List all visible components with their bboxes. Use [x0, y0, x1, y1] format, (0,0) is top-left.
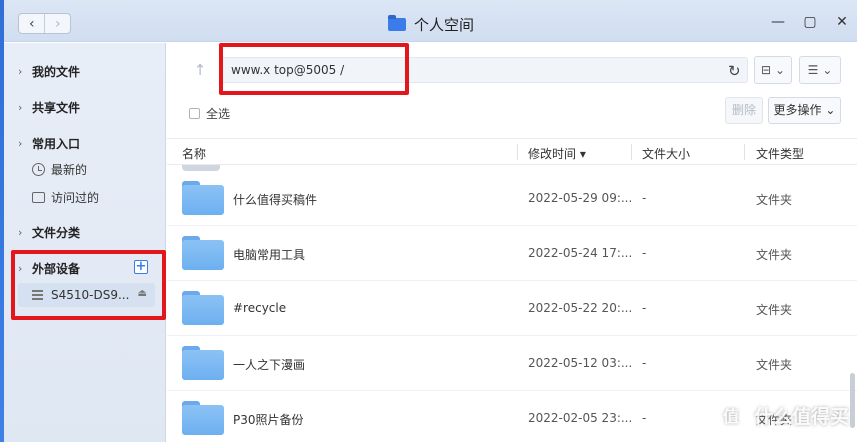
- column-header-size[interactable]: 文件大小: [642, 145, 690, 162]
- file-name: 什么值得买稿件: [233, 193, 318, 207]
- sort-icon: ⊟: [760, 63, 771, 77]
- file-type: 文件夹: [756, 193, 793, 207]
- file-name: 一人之下漫画: [233, 358, 306, 372]
- refresh-icon[interactable]: ↻: [728, 62, 741, 80]
- chevron-down-icon: ⌄: [822, 63, 833, 77]
- column-header-name[interactable]: 名称: [182, 145, 206, 162]
- main-panel: ↑ www.x top@5005 / ↻ ⊟ ⌄ ☰ ⌄ 全选 删除 更多操作 …: [167, 43, 857, 442]
- select-all[interactable]: 全选: [189, 105, 230, 122]
- list-view-button[interactable]: ☰ ⌄: [799, 56, 841, 84]
- title-bar: ‹ › 个人空间 — ▢ ✕: [4, 0, 857, 42]
- table-row[interactable]: 什么值得买稿件 2022-05-29 09:... - 文件夹: [167, 171, 857, 226]
- window-controls: — ▢ ✕: [771, 14, 849, 30]
- clock-icon: [32, 163, 45, 176]
- list-view-icon: ☰: [807, 63, 819, 77]
- column-divider: [744, 144, 745, 160]
- sidebar-item-label: 共享文件: [32, 101, 81, 115]
- file-modified: 2022-05-22 20:...: [528, 301, 633, 315]
- sidebar-item-latest[interactable]: 最新的: [32, 161, 87, 178]
- file-size: -: [642, 301, 647, 315]
- file-type: 文件夹: [756, 358, 793, 372]
- window-title: 个人空间: [388, 14, 474, 35]
- folder-icon: [388, 15, 406, 31]
- recent-folder-icon: [32, 192, 45, 203]
- file-modified: 2022-05-29 09:...: [528, 191, 633, 205]
- file-name: #recycle: [233, 301, 287, 315]
- folder-icon: [182, 401, 224, 435]
- column-header-type[interactable]: 文件类型: [756, 145, 804, 162]
- sidebar-item-shared-files[interactable]: › 共享文件: [18, 99, 80, 116]
- delete-button[interactable]: 删除: [725, 97, 763, 124]
- back-button[interactable]: ‹: [19, 14, 44, 33]
- select-all-checkbox[interactable]: [189, 108, 200, 119]
- file-name: P30照片备份: [233, 413, 304, 427]
- maximize-button[interactable]: ▢: [803, 14, 817, 30]
- column-divider: [517, 144, 518, 160]
- chevron-right-icon: ›: [18, 137, 23, 150]
- chevron-right-icon: ›: [18, 226, 23, 239]
- watermark-text: 什么值得买: [753, 405, 849, 428]
- watermark-logo-icon: 值: [715, 400, 746, 430]
- folder-icon: [182, 291, 224, 325]
- chevron-right-icon: ›: [18, 65, 23, 78]
- more-actions-button[interactable]: 更多操作 ⌄: [768, 97, 841, 124]
- file-size: -: [642, 191, 647, 205]
- select-all-label: 全选: [206, 107, 231, 121]
- chevron-down-icon: ⌄: [775, 63, 786, 77]
- table-row[interactable]: #recycle 2022-05-22 20:... - 文件夹: [167, 281, 857, 336]
- nav-buttons: ‹ ›: [18, 13, 71, 34]
- sidebar-item-label: 最新的: [51, 163, 88, 177]
- table-row[interactable]: 电脑常用工具 2022-05-24 17:... - 文件夹: [167, 226, 857, 281]
- up-level-button[interactable]: ↑: [187, 57, 213, 83]
- file-size: -: [642, 411, 647, 425]
- sidebar: › 我的文件 › 共享文件 › 常用入口 最新的 访问过的 › 文件分类 › 外…: [4, 43, 166, 442]
- sidebar-item-label: 我的文件: [32, 65, 81, 79]
- chevron-down-icon: ⌄: [825, 103, 836, 117]
- sidebar-item-my-files[interactable]: › 我的文件: [18, 63, 80, 80]
- column-header-modified[interactable]: 修改时间 ▾: [528, 145, 586, 162]
- minimize-button[interactable]: —: [771, 14, 785, 30]
- file-type: 文件夹: [756, 248, 793, 262]
- highlight-box-address: [219, 43, 409, 95]
- table-row[interactable]: 一人之下漫画 2022-05-12 03:... - 文件夹: [167, 336, 857, 391]
- file-manager-window: ‹ › 个人空间 — ▢ ✕ › 我的文件 › 共享文件 › 常用入口 最新的: [4, 0, 857, 442]
- watermark: 值 什么值得买: [715, 400, 849, 430]
- sidebar-item-label: 常用入口: [32, 137, 81, 151]
- forward-button[interactable]: ›: [44, 14, 70, 33]
- table-header: 名称 修改时间 ▾ 文件大小 文件类型: [167, 138, 857, 165]
- file-modified: 2022-05-12 03:...: [528, 356, 633, 370]
- sidebar-item-common[interactable]: › 常用入口: [18, 135, 80, 152]
- close-button[interactable]: ✕: [835, 14, 849, 30]
- file-type: 文件夹: [756, 303, 793, 317]
- vertical-scrollbar[interactable]: [850, 373, 855, 428]
- file-modified: 2022-02-05 23:...: [528, 411, 633, 425]
- file-name: 电脑常用工具: [233, 248, 306, 262]
- chevron-right-icon: ›: [18, 101, 23, 114]
- sidebar-item-label: 访问过的: [51, 191, 100, 205]
- sort-view-button[interactable]: ⊟ ⌄: [754, 56, 792, 84]
- window-title-text: 个人空间: [414, 16, 475, 34]
- sidebar-item-categories[interactable]: › 文件分类: [18, 224, 80, 241]
- highlight-box-devices: [11, 250, 166, 320]
- folder-icon: [182, 346, 224, 380]
- more-actions-label: 更多操作: [773, 103, 822, 117]
- file-modified: 2022-05-24 17:...: [528, 246, 633, 260]
- column-divider: [631, 144, 632, 160]
- folder-icon: [182, 236, 224, 270]
- sidebar-item-visited[interactable]: 访问过的: [32, 189, 99, 206]
- sidebar-item-label: 文件分类: [32, 226, 81, 240]
- file-size: -: [642, 356, 647, 370]
- folder-icon: [182, 181, 224, 215]
- file-size: -: [642, 246, 647, 260]
